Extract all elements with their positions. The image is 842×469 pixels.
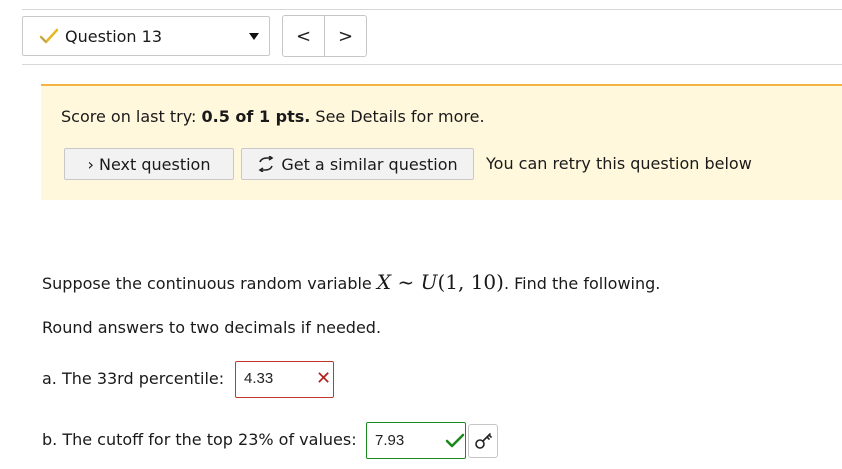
top-divider <box>22 9 842 10</box>
part-a-value: 4.33 <box>244 370 274 387</box>
math-dist: U <box>420 270 438 294</box>
check-icon <box>445 433 465 448</box>
math-args: (1, 10) <box>437 270 504 294</box>
score-banner: Score on last try: 0.5 of 1 pts. See Det… <box>41 84 842 200</box>
retry-text: You can retry this question below <box>486 154 752 173</box>
key-button[interactable] <box>468 424 498 458</box>
part-b-label: b. The cutoff for the top 23% of values: <box>42 430 357 449</box>
next-question-button[interactable]: › Next question <box>64 148 234 180</box>
round-instruction: Round answers to two decimals if needed. <box>42 318 382 337</box>
score-prefix: Score on last try: <box>61 107 202 126</box>
math-var: X <box>376 270 392 294</box>
question-prompt: Suppose the continuous random variable X… <box>42 270 660 294</box>
score-suffix: See Details for more. <box>310 107 485 126</box>
math-expression: X ~ U(1, 10) <box>377 270 504 294</box>
partial-check-icon <box>39 28 59 44</box>
part-a-label: a. The 33rd percentile: <box>42 369 225 388</box>
chevron-right-icon: > <box>337 25 354 47</box>
part-b-answer-input[interactable]: 7.93 <box>366 422 466 459</box>
x-icon: ✕ <box>316 368 332 389</box>
previous-question-button[interactable]: < <box>283 16 325 56</box>
score-value: 0.5 of 1 pts. <box>201 107 311 126</box>
similar-question-button[interactable]: Get a similar question <box>241 148 474 180</box>
key-icon <box>475 433 492 449</box>
next-question-arrow-button[interactable]: > <box>325 16 366 56</box>
chevron-down-icon <box>249 33 259 40</box>
part-b-value: 7.93 <box>375 432 405 449</box>
part-a-answer-input[interactable]: 4.33 ✕ <box>235 361 334 398</box>
header-divider <box>22 64 842 65</box>
score-text: Score on last try: 0.5 of 1 pts. See Det… <box>61 107 485 126</box>
question-select-label: Question 13 <box>65 27 163 46</box>
question-nav-group: < > <box>282 15 367 57</box>
question-select[interactable]: Question 13 <box>22 16 270 56</box>
similar-question-label: Get a similar question <box>281 154 458 174</box>
math-sim: ~ <box>391 270 421 294</box>
chevron-left-icon: < <box>295 25 312 47</box>
refresh-icon <box>258 156 274 172</box>
prompt-before: Suppose the continuous random variable <box>42 274 377 293</box>
next-question-label: › Next question <box>87 154 211 174</box>
prompt-after: . Find the following. <box>503 274 661 293</box>
